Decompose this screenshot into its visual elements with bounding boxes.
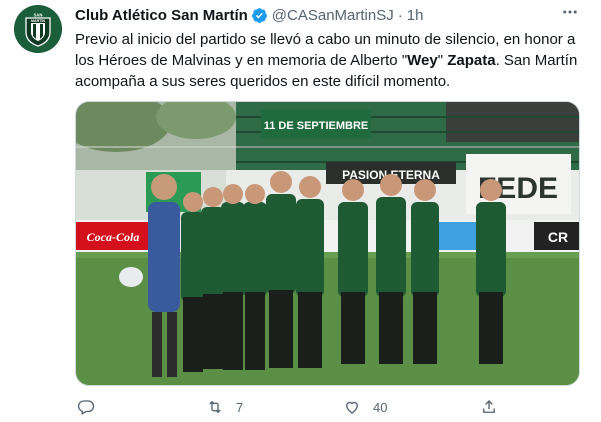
tweet-actions: 7 40	[75, 398, 580, 420]
reply-icon	[77, 400, 95, 415]
reply-button[interactable]	[77, 398, 107, 416]
tweet-text: Previo al inicio del partido se llevó a …	[75, 29, 580, 92]
share-button[interactable]	[480, 398, 498, 416]
tweet-card[interactable]: SAN MARTÍN Club Atlético San Martín @CAS…	[0, 0, 601, 422]
tweet-text-bold-wey: Wey	[407, 52, 438, 69]
ad-right-text: CR	[548, 229, 568, 245]
handle[interactable]: @CASanMartinSJ	[272, 7, 394, 24]
ad-left-text: Coca-Cola	[87, 230, 140, 244]
retweet-icon	[209, 400, 221, 414]
banner-top-text: 11 DE SEPTIEMBRE	[264, 120, 369, 132]
more-icon	[563, 10, 577, 14]
timestamp[interactable]: 1h	[407, 7, 424, 24]
verified-badge-icon	[251, 7, 267, 23]
tweet-text-part2: "	[437, 52, 448, 69]
more-options-button[interactable]	[557, 2, 583, 22]
separator-dot: ·	[397, 6, 403, 24]
club-crest-icon: SAN MARTÍN	[14, 5, 62, 53]
retweet-button[interactable]: 7	[206, 398, 243, 416]
tweet-media-photo[interactable]: 11 DE SEPTIEMBRE PASION ETERNA FEDE Coca…	[75, 101, 580, 386]
avatar[interactable]: SAN MARTÍN	[14, 5, 62, 53]
team-photo: 11 DE SEPTIEMBRE PASION ETERNA FEDE Coca…	[76, 102, 579, 385]
heart-icon	[346, 401, 358, 414]
tweet-header: Club Atlético San Martín @CASanMartinSJ …	[75, 5, 423, 25]
avatar-text-bottom: MARTÍN	[31, 18, 45, 23]
tweet-text-bold-zapata: Zapata	[447, 52, 496, 69]
display-name[interactable]: Club Atlético San Martín	[75, 7, 248, 24]
like-button[interactable]: 40	[343, 398, 387, 416]
like-count: 40	[373, 399, 388, 415]
avatar-text-top: SAN	[34, 13, 43, 18]
share-icon	[483, 400, 495, 413]
retweet-count: 7	[236, 399, 244, 415]
